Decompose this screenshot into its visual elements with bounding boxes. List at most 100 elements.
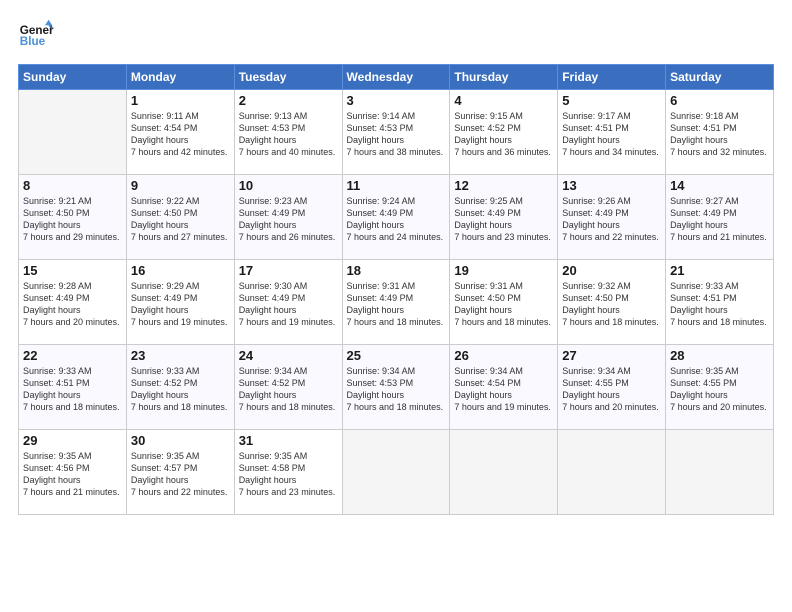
weekday-header: Monday (126, 65, 234, 90)
day-info: Sunrise: 9:32 AMSunset: 4:50 PMDaylight … (562, 280, 661, 329)
calendar-cell: 23Sunrise: 9:33 AMSunset: 4:52 PMDayligh… (126, 345, 234, 430)
calendar-cell: 18 Sunrise: 9:31 AMSunset: 4:49 PMDayligh… (342, 260, 450, 345)
day-info: Sunrise: 9:35 AMSunset: 4:55 PMDaylight … (670, 365, 769, 414)
day-info: Sunrise: 9:30 AMSunset: 4:49 PMDaylight … (239, 280, 338, 329)
day-number: 8 (23, 178, 122, 193)
calendar-cell: 29 Sunrise: 9:35 AMSunset: 4:56 PMDayligh… (19, 430, 127, 515)
calendar-cell: 12 Sunrise: 9:25 AMSunset: 4:49 PMDayligh… (450, 175, 558, 260)
day-info: Sunrise: 9:33 AMSunset: 4:51 PMDaylight … (670, 280, 769, 329)
weekday-header: Friday (558, 65, 666, 90)
page: General Blue SundayMondayTuesdayWednesda… (0, 0, 792, 612)
svg-text:Blue: Blue (20, 35, 46, 48)
day-number: 17 (239, 263, 338, 278)
day-info: Sunrise: 9:21 AMSunset: 4:50 PMDaylight … (23, 195, 122, 244)
logo: General Blue (18, 18, 54, 54)
day-info: Sunrise: 9:34 AMSunset: 4:54 PMDaylight … (454, 365, 553, 414)
day-info: Sunrise: 9:34 AMSunset: 4:53 PMDaylight … (347, 365, 446, 414)
day-number: 9 (131, 178, 230, 193)
day-number: 30 (131, 433, 230, 448)
day-number: 28 (670, 348, 769, 363)
day-number: 14 (670, 178, 769, 193)
day-number: 26 (454, 348, 553, 363)
day-number: 16 (131, 263, 230, 278)
day-number: 1 (131, 93, 230, 108)
calendar-cell: 17 Sunrise: 9:30 AMSunset: 4:49 PMDayligh… (234, 260, 342, 345)
day-info: Sunrise: 9:27 AMSunset: 4:49 PMDaylight … (670, 195, 769, 244)
calendar-cell: 28 Sunrise: 9:35 AMSunset: 4:55 PMDayligh… (666, 345, 774, 430)
day-info: Sunrise: 9:25 AMSunset: 4:49 PMDaylight … (454, 195, 553, 244)
calendar-week-row: 29 Sunrise: 9:35 AMSunset: 4:56 PMDayligh… (19, 430, 774, 515)
day-number: 22 (23, 348, 122, 363)
day-number: 2 (239, 93, 338, 108)
day-number: 25 (347, 348, 446, 363)
day-number: 24 (239, 348, 338, 363)
calendar-week-row: 1 Sunrise: 9:11 AMSunset: 4:54 PMDaylight… (19, 90, 774, 175)
calendar-week-row: 22 Sunrise: 9:33 AMSunset: 4:51 PMDayligh… (19, 345, 774, 430)
calendar-cell: 25 Sunrise: 9:34 AMSunset: 4:53 PMDayligh… (342, 345, 450, 430)
day-info: Sunrise: 9:29 AMSunset: 4:49 PMDaylight … (131, 280, 230, 329)
day-info: Sunrise: 9:35 AMSunset: 4:57 PMDaylight … (131, 450, 230, 499)
day-info: Sunrise: 9:22 AMSunset: 4:50 PMDaylight … (131, 195, 230, 244)
day-number: 12 (454, 178, 553, 193)
day-info: Sunrise: 9:34 AMSunset: 4:55 PMDaylight … (562, 365, 661, 414)
weekday-header: Thursday (450, 65, 558, 90)
day-info: Sunrise: 9:13 AMSunset: 4:53 PMDaylight … (239, 110, 338, 159)
day-info: Sunrise: 9:18 AMSunset: 4:51 PMDaylight … (670, 110, 769, 159)
day-number: 6 (670, 93, 769, 108)
day-number: 4 (454, 93, 553, 108)
day-number: 29 (23, 433, 122, 448)
calendar-cell: 22 Sunrise: 9:33 AMSunset: 4:51 PMDayligh… (19, 345, 127, 430)
day-info: Sunrise: 9:28 AMSunset: 4:49 PMDaylight … (23, 280, 122, 329)
calendar-cell: 11 Sunrise: 9:24 AMSunset: 4:49 PMDayligh… (342, 175, 450, 260)
calendar-cell: 19Sunrise: 9:31 AMSunset: 4:50 PMDayligh… (450, 260, 558, 345)
calendar-header-row: SundayMondayTuesdayWednesdayThursdayFrid… (19, 65, 774, 90)
weekday-header: Saturday (666, 65, 774, 90)
calendar-cell: 1 Sunrise: 9:11 AMSunset: 4:54 PMDaylight… (126, 90, 234, 175)
calendar-cell: 16 Sunrise: 9:29 AMSunset: 4:49 PMDayligh… (126, 260, 234, 345)
day-info: Sunrise: 9:35 AMSunset: 4:58 PMDaylight … (239, 450, 338, 499)
day-info: Sunrise: 9:34 AMSunset: 4:52 PMDaylight … (239, 365, 338, 414)
calendar-cell: 30 Sunrise: 9:35 AMSunset: 4:57 PMDayligh… (126, 430, 234, 515)
calendar-cell: 15 Sunrise: 9:28 AMSunset: 4:49 PMDayligh… (19, 260, 127, 345)
calendar-cell: 24 Sunrise: 9:34 AMSunset: 4:52 PMDayligh… (234, 345, 342, 430)
day-info: Sunrise: 9:31 AMSunset: 4:49 PMDaylight … (347, 280, 446, 329)
day-info: Sunrise: 9:24 AMSunset: 4:49 PMDaylight … (347, 195, 446, 244)
calendar-cell: 3Sunrise: 9:14 AMSunset: 4:53 PMDaylight… (342, 90, 450, 175)
calendar-cell: 14 Sunrise: 9:27 AMSunset: 4:49 PMDayligh… (666, 175, 774, 260)
calendar-cell: 13Sunrise: 9:26 AMSunset: 4:49 PMDayligh… (558, 175, 666, 260)
calendar-week-row: 8 Sunrise: 9:21 AMSunset: 4:50 PMDaylight… (19, 175, 774, 260)
day-number: 23 (131, 348, 230, 363)
calendar-cell: 2 Sunrise: 9:13 AMSunset: 4:53 PMDaylight… (234, 90, 342, 175)
day-number: 31 (239, 433, 338, 448)
day-number: 15 (23, 263, 122, 278)
day-number: 21 (670, 263, 769, 278)
calendar-cell: 9 Sunrise: 9:22 AMSunset: 4:50 PMDaylight… (126, 175, 234, 260)
calendar-cell: 8 Sunrise: 9:21 AMSunset: 4:50 PMDaylight… (19, 175, 127, 260)
calendar-cell (342, 430, 450, 515)
day-info: Sunrise: 9:33 AMSunset: 4:51 PMDaylight … (23, 365, 122, 414)
calendar-cell: 26 Sunrise: 9:34 AMSunset: 4:54 PMDayligh… (450, 345, 558, 430)
calendar-cell: 10Sunrise: 9:23 AMSunset: 4:49 PMDayligh… (234, 175, 342, 260)
day-info: Sunrise: 9:35 AMSunset: 4:56 PMDaylight … (23, 450, 122, 499)
calendar-cell (666, 430, 774, 515)
day-number: 18 (347, 263, 446, 278)
weekday-header: Tuesday (234, 65, 342, 90)
day-number: 20 (562, 263, 661, 278)
day-number: 11 (347, 178, 446, 193)
calendar-cell: 31 Sunrise: 9:35 AMSunset: 4:58 PMDayligh… (234, 430, 342, 515)
calendar-cell (450, 430, 558, 515)
calendar-cell (19, 90, 127, 175)
calendar: SundayMondayTuesdayWednesdayThursdayFrid… (18, 64, 774, 515)
day-number: 5 (562, 93, 661, 108)
day-info: Sunrise: 9:11 AMSunset: 4:54 PMDaylight … (131, 110, 230, 159)
day-info: Sunrise: 9:26 AMSunset: 4:49 PMDaylight … (562, 195, 661, 244)
header: General Blue (18, 18, 774, 54)
day-number: 27 (562, 348, 661, 363)
calendar-cell: 4 Sunrise: 9:15 AMSunset: 4:52 PMDaylight… (450, 90, 558, 175)
day-info: Sunrise: 9:15 AMSunset: 4:52 PMDaylight … (454, 110, 553, 159)
day-info: Sunrise: 9:17 AMSunset: 4:51 PMDaylight … (562, 110, 661, 159)
calendar-cell: 21 Sunrise: 9:33 AMSunset: 4:51 PMDayligh… (666, 260, 774, 345)
calendar-cell: 27 Sunrise: 9:34 AMSunset: 4:55 PMDayligh… (558, 345, 666, 430)
weekday-header: Wednesday (342, 65, 450, 90)
calendar-week-row: 15 Sunrise: 9:28 AMSunset: 4:49 PMDayligh… (19, 260, 774, 345)
